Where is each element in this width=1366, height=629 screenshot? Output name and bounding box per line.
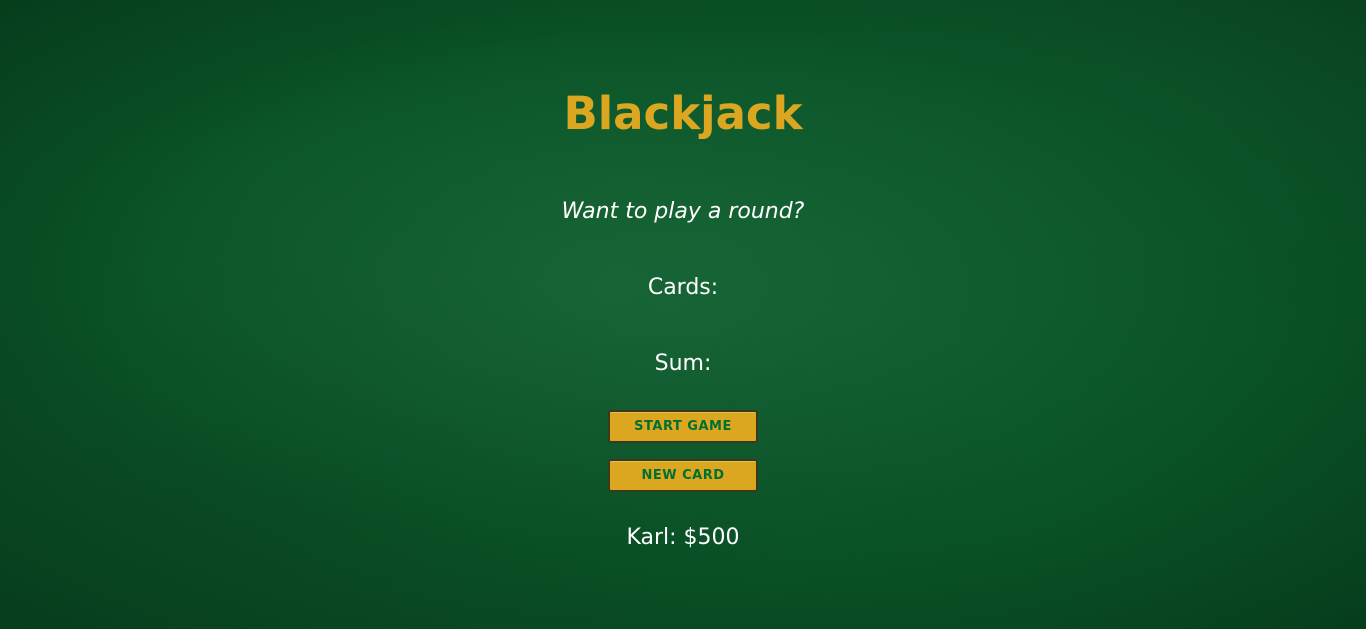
blackjack-page: Blackjack Want to play a round? Cards: S…	[0, 0, 1366, 629]
sum-label: Sum:	[654, 351, 712, 376]
page-title: Blackjack	[563, 87, 803, 140]
new-card-button[interactable]: NEW CARD	[608, 459, 758, 492]
player-balance: Karl: $500	[626, 525, 740, 550]
message-text: Want to play a round?	[561, 199, 805, 224]
start-game-button[interactable]: START GAME	[608, 410, 758, 443]
cards-label: Cards:	[647, 275, 719, 300]
